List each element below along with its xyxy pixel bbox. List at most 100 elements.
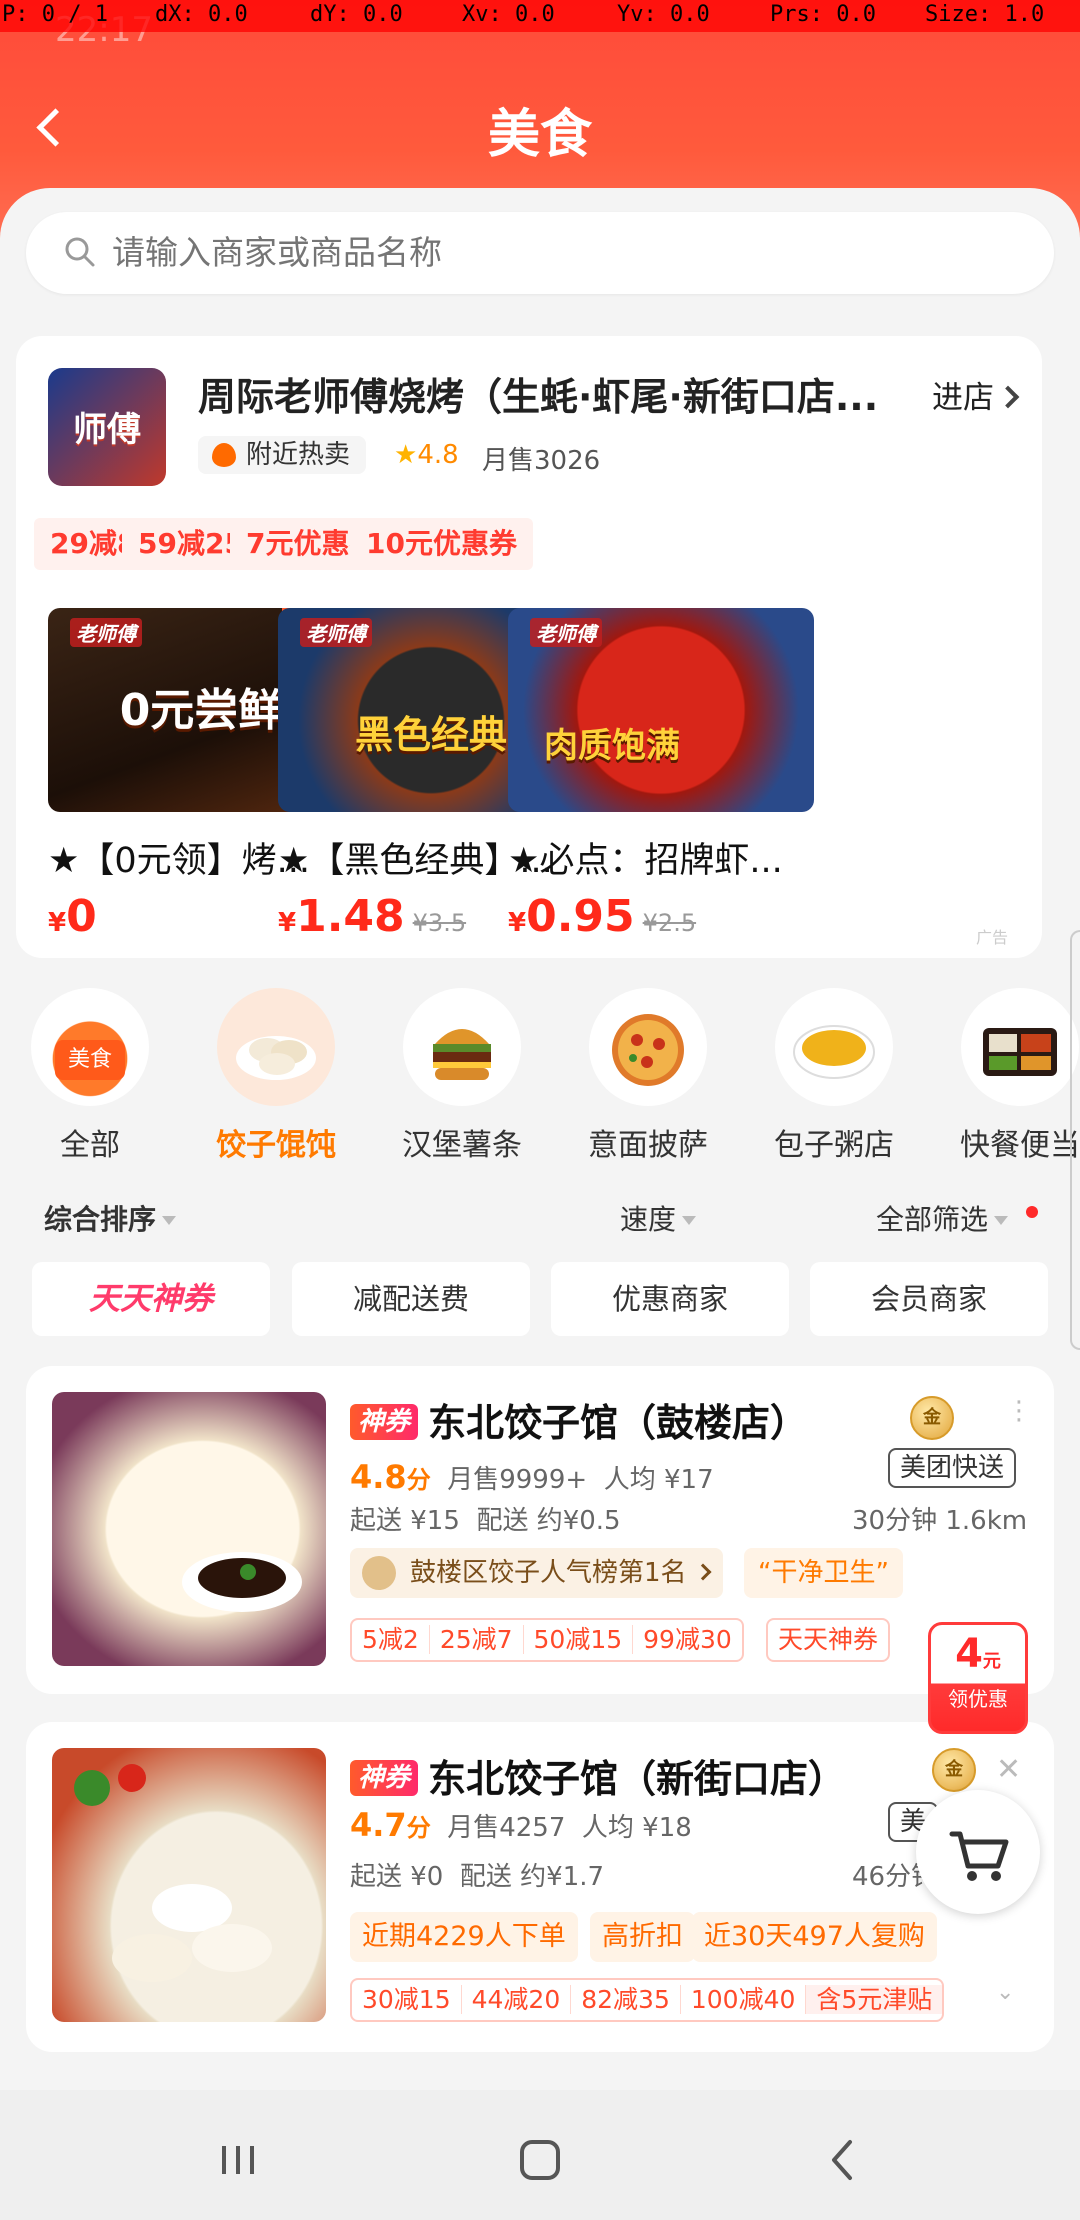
more-icon[interactable]: ⋮ <box>1006 1396 1032 1426</box>
time-distance: 30分钟 1.6km <box>852 1506 1028 1536</box>
search-input[interactable] <box>112 212 992 294</box>
chevron-down-icon[interactable]: ⌄ <box>996 1980 1014 2005</box>
product-image-text: 肉质饱满 <box>544 726 680 766</box>
highlight-tag: 近30天497人复购 <box>692 1912 937 1962</box>
brand-mark: 老师傅 <box>300 618 372 647</box>
pizza-icon <box>589 988 707 1106</box>
store-logo: 师傅 <box>48 368 166 486</box>
restaurant-name: 东北饺子馆（鼓楼店） <box>428 1401 809 1445</box>
coupon-amount-unit: 元 <box>982 1651 1001 1672</box>
filter-all-label: 全部筛选 <box>876 1203 989 1236</box>
price-value: 0.95 <box>526 891 635 942</box>
sort-speed[interactable]: 速度 <box>620 1198 697 1238</box>
search-bar[interactable] <box>26 212 1054 294</box>
min-order: 起送 ¥0 <box>350 1862 444 1892</box>
promo-item: 44减20 <box>461 1985 572 2014</box>
category-label: 汉堡薯条 <box>402 1128 522 1163</box>
promo-item: 50减15 <box>523 1625 634 1654</box>
product-card[interactable]: 老师傅 肉质饱满 ★必点：招牌虾... ¥0.95 ¥2.5 <box>508 608 814 942</box>
store-logo-text: 师傅 <box>73 410 141 450</box>
ranking-label: 鼓楼区饺子人气榜第1名 <box>410 1558 687 1588</box>
restaurant-card[interactable]: 神券 东北饺子馆（鼓楼店） 金 ⋮ 4.8分 月售9999+ 人均 ¥17 美团快… <box>26 1366 1054 1694</box>
delivery-type-tag: 美团快送 <box>888 1448 1017 1488</box>
price-value: 1.48 <box>296 891 405 942</box>
category-burgers[interactable]: 汉堡薯条 <box>392 988 532 1164</box>
coupon-float-amount: 4元 <box>931 1631 1025 1677</box>
category-all[interactable]: 美食 全部 <box>20 988 160 1164</box>
restaurant-name-row[interactable]: 神券 东北饺子馆（新街口店） <box>350 1748 846 1803</box>
back-nav-icon[interactable] <box>814 2130 874 2190</box>
promo-item: 82减35 <box>571 1985 681 2014</box>
monthly-sales: 月售3026 <box>482 446 601 476</box>
monthly-sales: 月售4257 <box>447 1813 566 1843</box>
category-label: 快餐便当 <box>960 1128 1080 1163</box>
product-price: ¥0.95 ¥2.5 <box>508 891 814 942</box>
restaurant-card[interactable]: 神券 东北饺子馆（新街口店） 金 4.7分 月售4257 人均 ¥18 美 起送 … <box>26 1722 1054 2052</box>
monthly-sales: 月售9999+ <box>447 1465 588 1495</box>
category-dumplings[interactable]: 饺子馄饨 <box>206 988 346 1164</box>
promo-item: 30减15 <box>352 1985 462 2014</box>
dumpling-icon <box>217 988 335 1106</box>
promo-item: 99减30 <box>643 1625 732 1654</box>
restaurant-image <box>52 1748 326 2022</box>
cart-button[interactable] <box>916 1790 1040 1914</box>
promo-daily-coupon: 天天神券 <box>766 1618 891 1662</box>
category-badge: 美食 <box>55 1040 125 1080</box>
gold-medal-icon: 金 <box>932 1748 976 1792</box>
score-value: 4.7 <box>350 1806 407 1844</box>
gold-medal-icon: 金 <box>910 1396 954 1440</box>
chevron-right-icon <box>694 1563 712 1581</box>
debug-xv: Xv: 0.0 <box>462 2 555 27</box>
debug-dy: dY: 0.0 <box>310 2 403 27</box>
debug-dx: dX: 0.0 <box>155 2 248 27</box>
featured-store-card[interactable]: 师傅 周际老师傅烧烤（生蚝·虾尾·新街口店... 进店 附近热卖 ★4.8 月售… <box>16 336 1042 958</box>
coupon-float-button[interactable]: 4元 领优惠 <box>928 1622 1028 1734</box>
min-order: 起送 ¥15 <box>350 1506 460 1536</box>
delivery-fee: 配送 约¥1.7 <box>459 1862 605 1892</box>
recent-apps-icon[interactable] <box>210 2130 270 2190</box>
debug-prs: Prs: 0.0 <box>770 2 876 27</box>
search-icon <box>65 237 95 267</box>
original-price: ¥3.5 <box>412 909 467 937</box>
home-icon[interactable] <box>510 2130 570 2190</box>
ranking-tag[interactable]: 鼓楼区饺子人气榜第1名 <box>350 1548 723 1598</box>
filter-reduced-delivery[interactable]: 减配送费 <box>292 1262 530 1336</box>
filter-all[interactable]: 全部筛选 <box>876 1198 1009 1238</box>
enter-store-link[interactable]: 进店 <box>932 372 1020 417</box>
rating-value: 4.8 <box>417 440 459 470</box>
restaurant-stats: 4.8分 月售9999+ 人均 ¥17 <box>350 1458 714 1496</box>
promo-item: 100减40 <box>680 1985 807 2014</box>
store-rating: ★4.8 <box>394 440 459 470</box>
avg-price: 人均 ¥17 <box>603 1465 714 1495</box>
brand-mark: 老师傅 <box>530 618 602 647</box>
food-category-icon: 美食 <box>31 988 149 1106</box>
delivery-info: 起送 ¥0 配送 约¥1.7 <box>350 1856 604 1893</box>
chevron-right-icon <box>996 385 1020 409</box>
promo-item: 5减2 <box>352 1625 430 1654</box>
product-image: 老师傅 肉质饱满 <box>508 608 814 812</box>
pointer-debug-overlay: P: 0 / 1 dX: 0.0 dY: 0.0 Xv: 0.0 Yv: 0.0… <box>0 0 1080 32</box>
notification-dot <box>1026 1206 1038 1218</box>
close-icon[interactable]: ✕ <box>996 1752 1021 1787</box>
category-buns-porridge[interactable]: 包子粥店 <box>764 988 904 1164</box>
caret-down-icon <box>682 1216 697 1225</box>
restaurant-stats: 4.7分 月售4257 人均 ¥18 <box>350 1806 692 1844</box>
hot-nearby-badge: 附近热卖 <box>198 436 367 474</box>
filter-discount-stores[interactable]: 优惠商家 <box>551 1262 789 1336</box>
side-panel-handle[interactable] <box>1070 930 1080 1350</box>
sort-speed-label: 速度 <box>620 1203 677 1236</box>
sort-overall[interactable]: 综合排序 <box>44 1198 177 1238</box>
promo-row: 5减2 25减7 50减15 99减30 <box>350 1618 744 1662</box>
filter-daily-coupon[interactable]: 天天神券 <box>32 1262 270 1336</box>
filter-member-stores[interactable]: 会员商家 <box>810 1262 1048 1336</box>
promo-item: 25减7 <box>429 1625 524 1654</box>
price-currency: ¥ <box>48 908 67 938</box>
coupon-tag[interactable]: 10元优惠券 <box>350 518 533 570</box>
restaurant-name-row[interactable]: 神券 东北饺子馆（鼓楼店） <box>350 1392 808 1447</box>
restaurant-score: 4.8分 <box>350 1458 431 1496</box>
category-fast-food[interactable]: 快餐便当 <box>950 988 1080 1164</box>
category-pasta-pizza[interactable]: 意面披萨 <box>578 988 718 1164</box>
restaurant-image <box>52 1392 326 1666</box>
store-name[interactable]: 周际老师傅烧烤（生蚝·虾尾·新街口店... <box>198 366 918 421</box>
cart-icon <box>949 1831 1009 1881</box>
